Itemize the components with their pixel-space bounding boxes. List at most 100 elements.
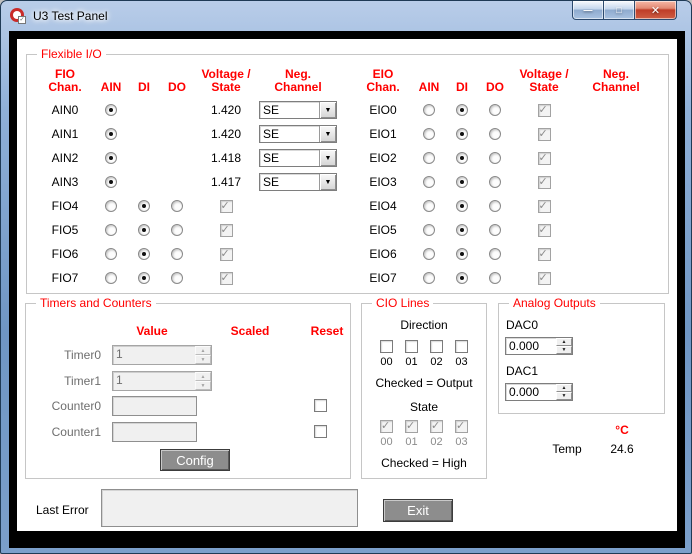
minimize-button[interactable]: — (572, 1, 604, 20)
direction-checkbox-02[interactable] (430, 340, 443, 353)
neg-channel-select[interactable]: SE▼ (259, 101, 337, 119)
direction-checkbox-03[interactable] (455, 340, 468, 353)
di-radio[interactable] (456, 152, 468, 164)
dropdown-arrow-icon: ▼ (319, 126, 336, 142)
do-radio[interactable] (171, 200, 183, 212)
do-radio[interactable] (489, 128, 501, 140)
io-cell (128, 146, 160, 170)
spin-down-icon: ▼ (195, 381, 211, 390)
ain-radio[interactable] (423, 104, 435, 116)
timer-counter-row: Counter1 (31, 422, 347, 442)
dropdown-arrow-icon: ▼ (319, 102, 336, 118)
ain-radio[interactable] (105, 248, 117, 260)
ain-radio[interactable] (423, 224, 435, 236)
di-radio[interactable] (456, 104, 468, 116)
io-cell: ✓ (194, 218, 258, 242)
io-channel-label: EIO5 (354, 218, 412, 242)
di-radio[interactable] (456, 200, 468, 212)
spin-up-icon[interactable]: ▲ (556, 338, 572, 346)
spin-down-icon[interactable]: ▼ (556, 346, 572, 354)
analog-outputs-group: Analog Outputs DAC00.000▲▼DAC10.000▲▼ (498, 303, 665, 414)
ain-radio[interactable] (423, 176, 435, 188)
neg-channel-value: SE (260, 102, 319, 118)
do-radio[interactable] (171, 272, 183, 284)
do-radio[interactable] (489, 248, 501, 260)
io-cell (446, 170, 478, 194)
di-radio[interactable] (138, 200, 150, 212)
spinner-buttons: ▲▼ (556, 384, 572, 400)
do-radio[interactable] (489, 272, 501, 284)
io-cell: SE▼ (258, 146, 338, 170)
io-cell (478, 170, 512, 194)
cio-bit: ✓01 (402, 420, 421, 448)
check-icon: ✓ (381, 420, 390, 433)
column-header-neg: Neg. Channel (576, 68, 656, 98)
ain-radio[interactable] (423, 272, 435, 284)
spin-up-icon[interactable]: ▲ (556, 384, 572, 392)
do-radio[interactable] (489, 152, 501, 164)
di-radio[interactable] (456, 248, 468, 260)
io-cell: ✓ (512, 218, 576, 242)
di-radio[interactable] (138, 272, 150, 284)
do-radio[interactable] (489, 104, 501, 116)
io-cell (478, 266, 512, 290)
di-radio[interactable] (456, 128, 468, 140)
ain-radio[interactable] (105, 152, 117, 164)
config-button[interactable]: Config (160, 449, 230, 471)
di-radio[interactable] (138, 248, 150, 260)
do-radio[interactable] (489, 200, 501, 212)
direction-checkbox-00[interactable] (380, 340, 393, 353)
direction-checkbox-01[interactable] (405, 340, 418, 353)
close-button[interactable]: ✕ (634, 1, 677, 20)
check-icon: ✓ (539, 200, 548, 213)
timer-counter-label: Counter1 (31, 422, 107, 442)
ain-radio[interactable] (105, 176, 117, 188)
neg-channel-select[interactable]: SE▼ (259, 173, 337, 191)
io-cell (160, 242, 194, 266)
dac-channel: DAC10.000▲▼ (505, 364, 573, 401)
neg-channel-select[interactable]: SE▼ (259, 149, 337, 167)
ain-radio[interactable] (423, 248, 435, 260)
di-radio[interactable] (138, 224, 150, 236)
neg-channel-select[interactable]: SE▼ (259, 125, 337, 143)
ain-radio[interactable] (105, 200, 117, 212)
cio-bit-label: 02 (430, 356, 442, 368)
column-header-di: DI (446, 81, 478, 98)
di-radio[interactable] (456, 272, 468, 284)
cio-bit: 02 (427, 340, 446, 368)
counter-value-box (112, 396, 197, 416)
neg-channel-value: SE (260, 126, 319, 142)
do-radio[interactable] (489, 224, 501, 236)
ain-radio[interactable] (105, 104, 117, 116)
io-channel-label: AIN3 (36, 170, 94, 194)
ain-radio[interactable] (423, 128, 435, 140)
ain-radio[interactable] (105, 224, 117, 236)
ain-radio[interactable] (423, 200, 435, 212)
di-radio[interactable] (456, 176, 468, 188)
io-cell: 1.420 (194, 122, 258, 146)
dac-spinner[interactable]: 0.000▲▼ (505, 383, 573, 401)
io-cell (258, 194, 338, 218)
reset-checkbox[interactable] (314, 425, 327, 438)
cio-bit: ✓03 (452, 420, 471, 448)
reset-checkbox[interactable] (314, 399, 327, 412)
dac-spinner[interactable]: 0.000▲▼ (505, 337, 573, 355)
exit-button[interactable]: Exit (383, 499, 453, 522)
ain-radio[interactable] (423, 152, 435, 164)
io-cell (412, 122, 446, 146)
io-cell (160, 266, 194, 290)
do-radio[interactable] (171, 224, 183, 236)
direction-bits: 00010203 (362, 340, 486, 368)
io-cell: ✓ (194, 266, 258, 290)
spin-down-icon[interactable]: ▼ (556, 392, 572, 400)
io-channel-label: EIO2 (354, 146, 412, 170)
di-radio[interactable] (456, 224, 468, 236)
maximize-button[interactable]: □ (604, 1, 634, 20)
io-cell (576, 146, 656, 170)
ain-radio[interactable] (105, 128, 117, 140)
ain-radio[interactable] (105, 272, 117, 284)
timer-counter-row: Counter0 (31, 396, 347, 416)
do-radio[interactable] (171, 248, 183, 260)
do-radio[interactable] (489, 176, 501, 188)
maximize-icon: □ (616, 5, 621, 15)
